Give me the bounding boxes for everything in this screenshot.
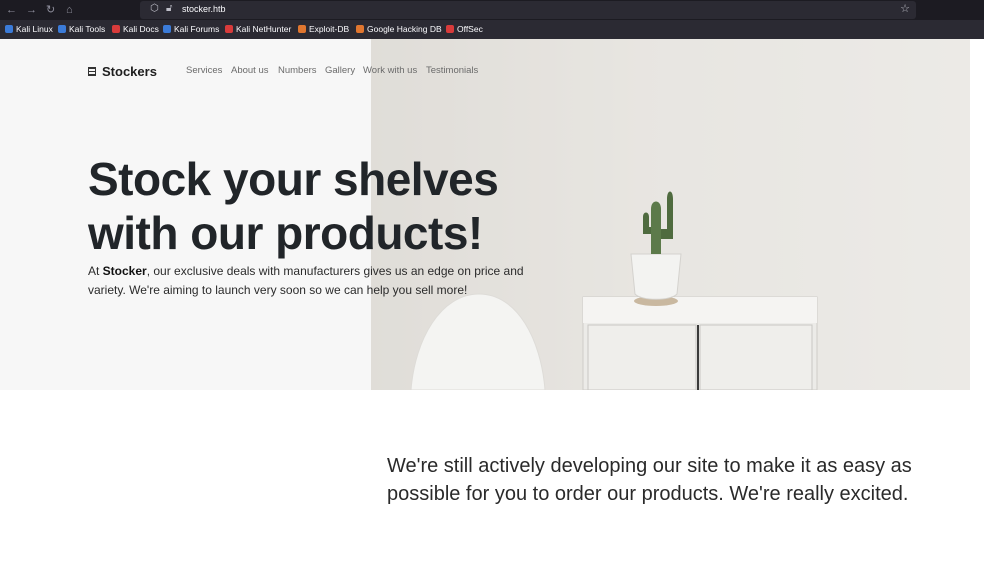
nav-link-testimonials[interactable]: Testimonials (426, 65, 478, 76)
cactus-shape (651, 201, 661, 254)
bookmark-kali-linux[interactable]: Kali Linux (5, 24, 53, 34)
exploit-db-icon (298, 25, 306, 33)
hero-text-body: , our exclusive deals with manufacturers… (88, 264, 524, 297)
nethunter-icon (225, 25, 233, 33)
bookmark-kali-nethunter[interactable]: Kali NetHunter (225, 24, 291, 34)
cabinet-door-left (587, 324, 697, 390)
bookmark-exploit-db[interactable]: Exploit-DB (298, 24, 349, 34)
kali-forums-icon (163, 25, 171, 33)
page-scrollbar[interactable] (970, 39, 984, 390)
address-bar[interactable]: ⬡ 🔓︎ stocker.htb ☆ (140, 1, 916, 19)
ghdb-icon (356, 25, 364, 33)
cabinet-top (583, 297, 817, 323)
cabinet-door-right (699, 324, 813, 390)
bookmark-kali-docs[interactable]: Kali Docs (112, 24, 159, 34)
logo-icon (88, 67, 96, 76)
hero-text-brand: Stocker (102, 264, 147, 278)
kali-docs-icon (112, 25, 120, 33)
page-content: Stockers Services About us Numbers Galle… (0, 39, 984, 564)
back-arrow-icon[interactable]: ← (6, 2, 17, 18)
nav-link-work-with-us[interactable]: Work with us (363, 65, 417, 76)
site-logo[interactable]: Stockers (88, 64, 157, 79)
development-message: We're still actively developing our site… (387, 455, 912, 505)
forward-arrow-icon[interactable]: → (26, 2, 37, 18)
bookmark-offsec[interactable]: OffSec (446, 24, 483, 34)
hero-title-line-2: with our products! (88, 207, 483, 259)
reload-icon[interactable]: ↻ (46, 2, 55, 18)
bookmark-kali-forums[interactable]: Kali Forums (163, 24, 219, 34)
kali-tools-icon (58, 25, 66, 33)
hero-title-line-1: Stock your shelves (88, 153, 499, 205)
offsec-icon (446, 25, 454, 33)
bookmarks-bar: Kali Linux Kali Tools Kali Docs Kali For… (0, 20, 984, 39)
nav-link-gallery[interactable]: Gallery (325, 65, 355, 76)
nav-link-numbers[interactable]: Numbers (278, 65, 317, 76)
home-icon[interactable]: ⌂ (66, 2, 73, 18)
bookmark-kali-tools[interactable]: Kali Tools (58, 24, 105, 34)
nav-link-about-us[interactable]: About us (231, 65, 269, 76)
hero-section: Stockers Services About us Numbers Galle… (0, 39, 970, 390)
bookmark-star-icon[interactable]: ☆ (900, 2, 910, 15)
shield-icon[interactable]: ⬡ (150, 3, 159, 14)
hero-title: Stock your shelves with our products! (88, 152, 558, 260)
browser-toolbar: ← → ↻ ⌂ ⬡ 🔓︎ stocker.htb ☆ (0, 0, 984, 20)
url-text[interactable]: stocker.htb (182, 4, 226, 14)
lock-icon[interactable]: 🔓︎ (166, 3, 172, 14)
hero-text-prefix: At (88, 264, 103, 278)
hero-description: At Stocker, our exclusive deals with man… (88, 262, 558, 300)
plant-pot (630, 253, 682, 300)
bookmark-google-hacking-db[interactable]: Google Hacking DB (356, 24, 442, 34)
nav-link-services[interactable]: Services (186, 65, 222, 76)
kali-dragon-icon (5, 25, 13, 33)
